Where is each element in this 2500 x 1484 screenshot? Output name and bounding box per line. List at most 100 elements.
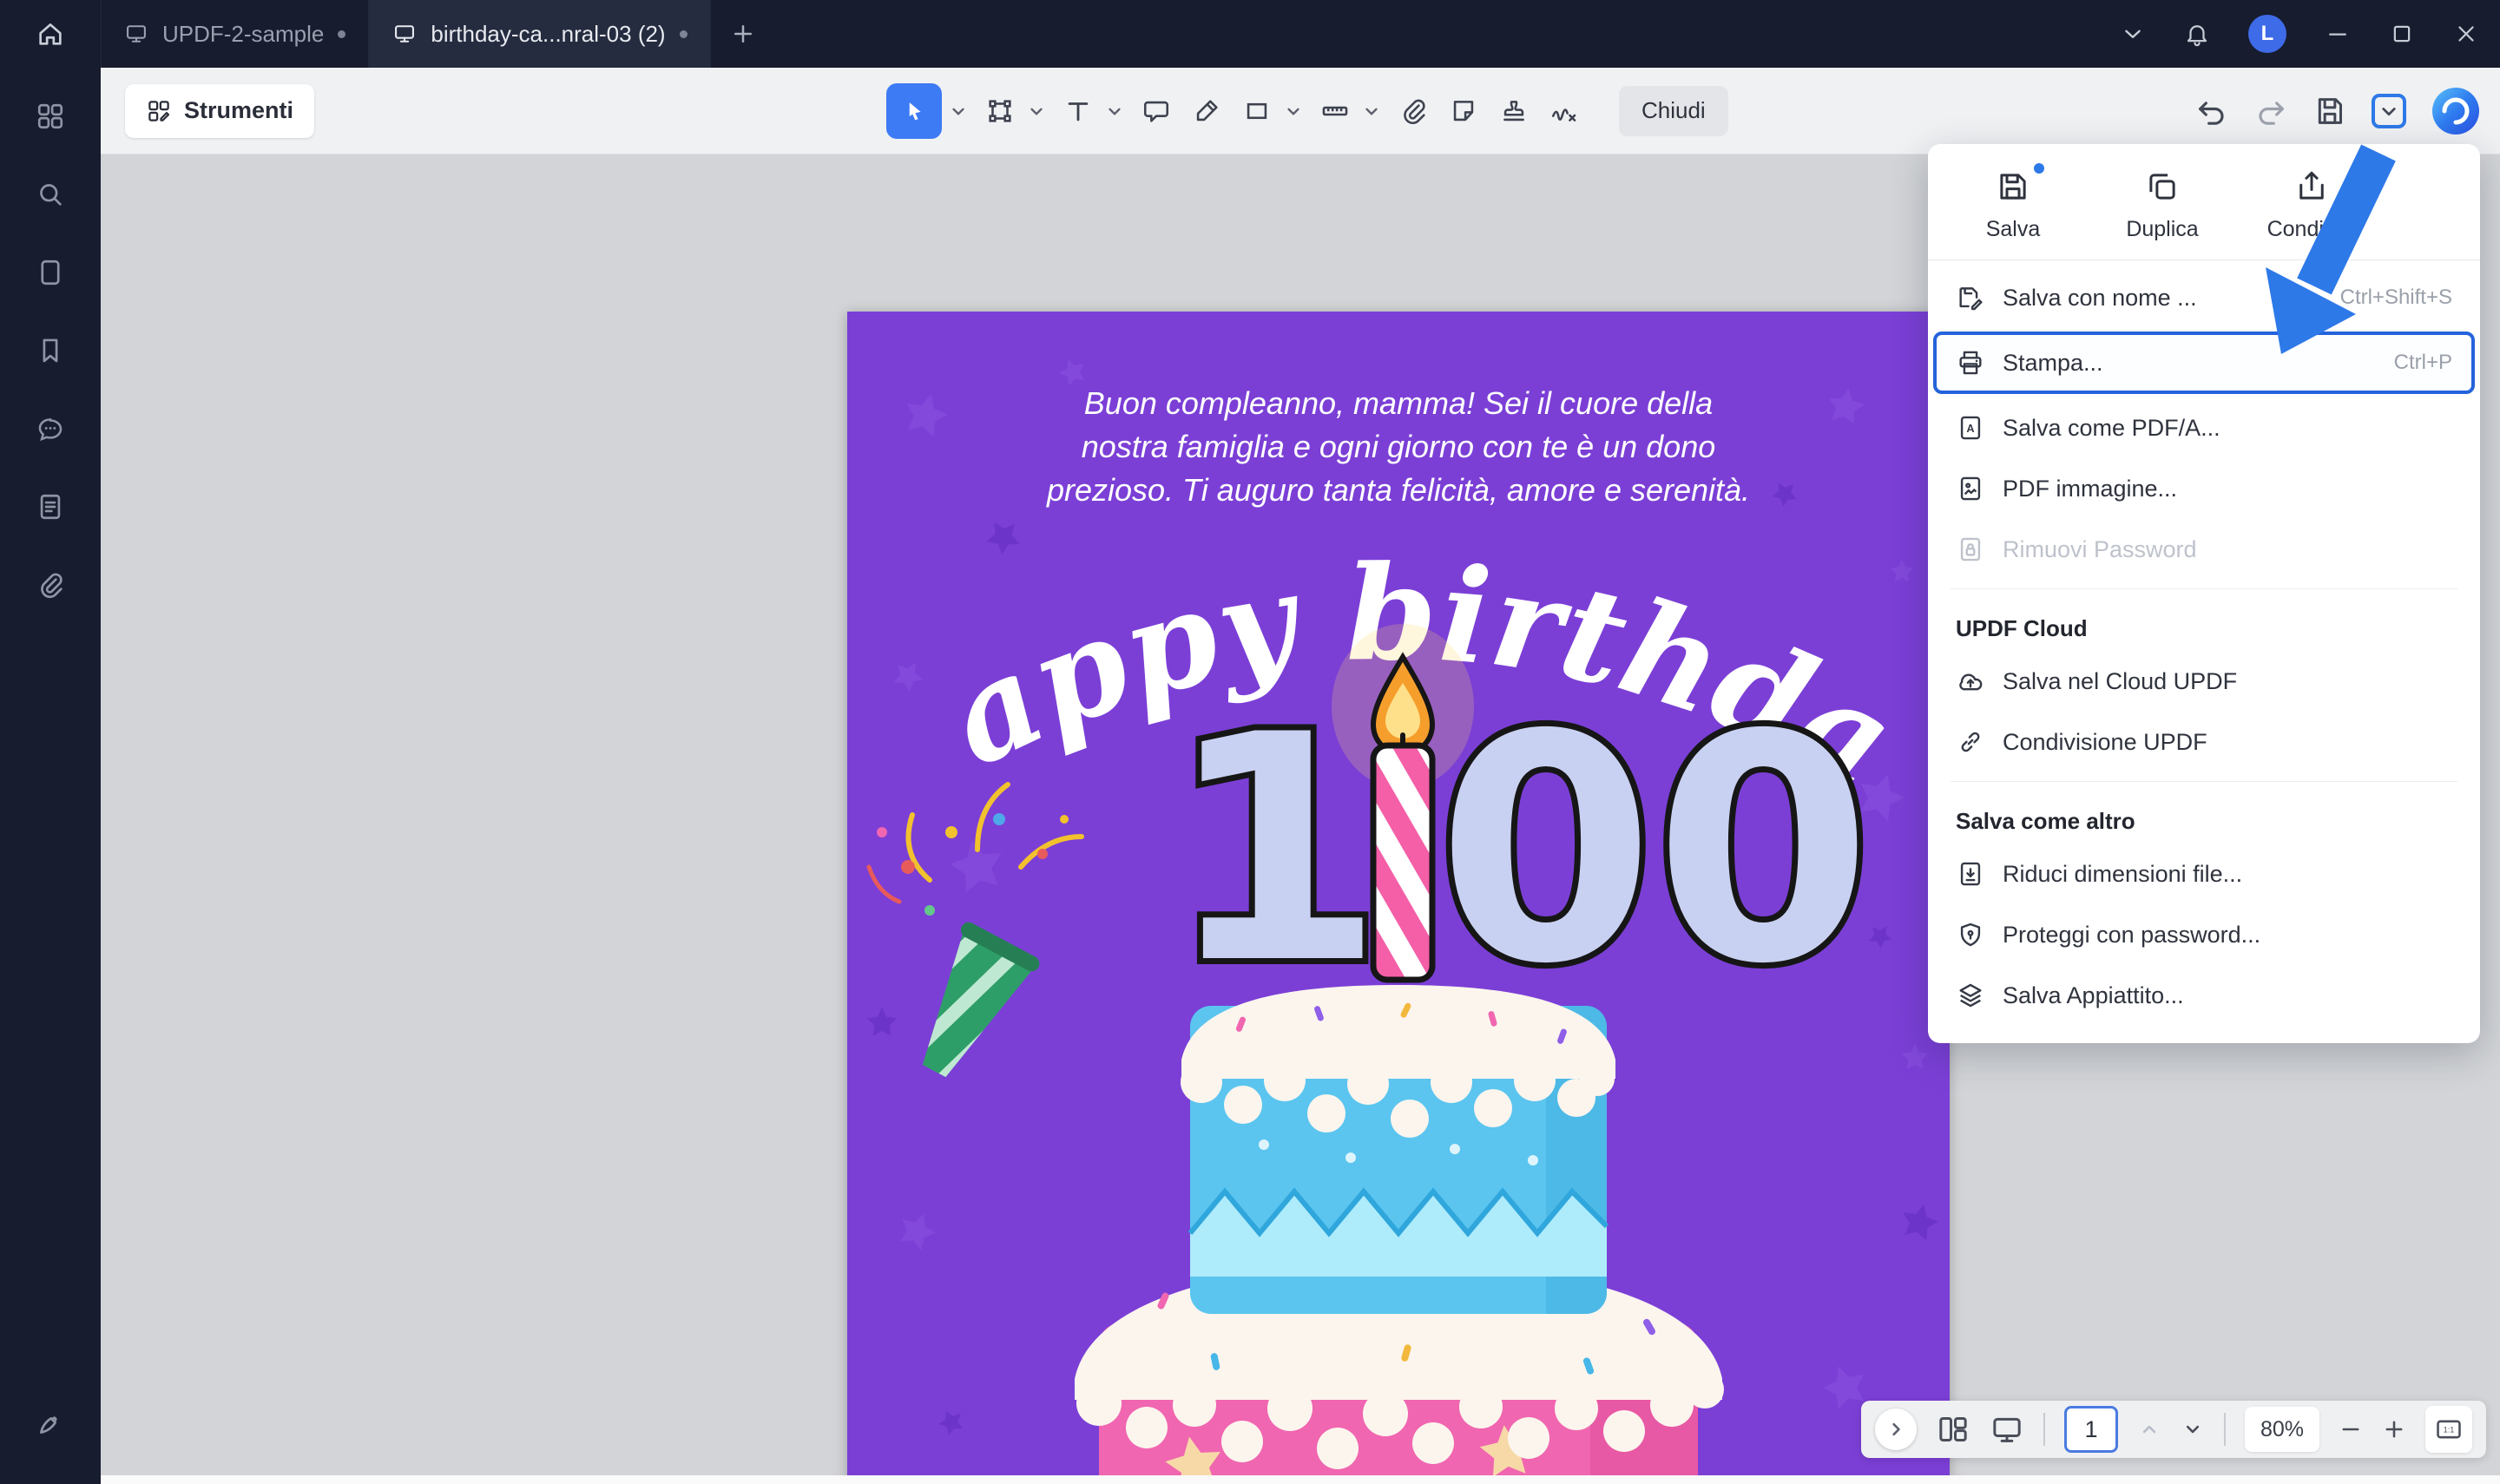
cloud-upload-icon xyxy=(1956,666,1985,696)
menu-item-save-flattened[interactable]: Salva Appiattito... xyxy=(1942,965,2466,1026)
sidebar-item-pen[interactable] xyxy=(24,1397,76,1449)
text-icon xyxy=(1063,96,1093,126)
menu-item-remove-password: Rimuovi Password xyxy=(1942,519,2466,580)
undo-icon[interactable] xyxy=(2194,94,2229,128)
menu-item-print[interactable]: Stampa... Ctrl+P xyxy=(1933,332,2475,394)
marker-tool-button[interactable] xyxy=(1187,91,1227,131)
select-tool-button[interactable] xyxy=(886,83,942,139)
tab-modified-dot[interactable] xyxy=(680,30,688,38)
thumbnails-view-icon[interactable] xyxy=(1936,1412,1970,1447)
previous-page-icon[interactable] xyxy=(2137,1417,2161,1441)
birthday-card-illustration: Buon compleanno, mamma! Sei il cuore del… xyxy=(847,312,1950,1484)
actual-size-button[interactable]: 1:1 xyxy=(2425,1406,2472,1453)
statusbar-divider xyxy=(2043,1413,2045,1446)
redo-icon[interactable] xyxy=(2253,94,2288,128)
minimize-icon[interactable] xyxy=(2325,21,2351,47)
save-icon xyxy=(1995,168,2031,205)
share-action-label: Condividi xyxy=(2267,217,2357,242)
comment-tool-button[interactable] xyxy=(1136,91,1176,131)
save-action-label: Salva xyxy=(1986,217,2041,242)
measure-tool-button[interactable] xyxy=(1315,91,1355,131)
document-tab-icon xyxy=(124,22,148,46)
expand-panel-button[interactable] xyxy=(1875,1408,1917,1450)
share-action-button[interactable]: Condividi xyxy=(2237,168,2386,242)
statusbar-divider xyxy=(2224,1413,2226,1446)
sidebar-item-apps[interactable] xyxy=(24,90,76,142)
sticker-tool-button[interactable] xyxy=(1444,91,1484,131)
zoom-out-icon[interactable] xyxy=(2339,1417,2363,1441)
sidebar-item-search[interactable] xyxy=(24,168,76,220)
save-menu-top-actions: Salva Duplica Condividi xyxy=(1928,144,2480,259)
stamp-tool-button[interactable] xyxy=(1494,91,1534,131)
frame-tool-button[interactable] xyxy=(980,91,1020,131)
shape-tool-chevron-icon[interactable] xyxy=(1282,100,1305,122)
pdf-image-icon xyxy=(1956,474,1985,503)
grid-icon xyxy=(36,102,65,131)
sidebar-item-attachments[interactable] xyxy=(24,559,76,611)
frame-tool-chevron-icon[interactable] xyxy=(1025,100,1048,122)
view-statusbar: 80% 1:1 xyxy=(1861,1401,2486,1458)
menu-item-save-cloud[interactable]: Salva nel Cloud UPDF xyxy=(1942,651,2466,712)
bell-icon[interactable] xyxy=(2184,21,2210,47)
left-sidebar xyxy=(0,68,101,1484)
document-icon xyxy=(36,492,65,522)
shape-tool-button[interactable] xyxy=(1237,91,1277,131)
menu-item-label: Salva con nome ... xyxy=(2003,285,2197,312)
next-page-icon[interactable] xyxy=(2181,1417,2205,1441)
save-dropdown-chevron-icon[interactable] xyxy=(2376,98,2402,124)
sidebar-item-pages[interactable] xyxy=(24,246,76,299)
page-number-input[interactable] xyxy=(2064,1406,2118,1453)
tab-label: UPDF-2-sample xyxy=(162,21,324,48)
sidebar-item-bookmarks[interactable] xyxy=(24,325,76,377)
measure-tool-chevron-icon[interactable] xyxy=(1360,100,1383,122)
maximize-icon[interactable] xyxy=(2389,21,2415,47)
menu-item-reduce-size[interactable]: Riduci dimensioni file... xyxy=(1942,844,2466,904)
select-tool-chevron-icon[interactable] xyxy=(947,100,970,122)
zoom-in-icon[interactable] xyxy=(2382,1417,2406,1441)
chevron-down-icon[interactable] xyxy=(2120,21,2146,47)
menu-item-label: Proteggi con password... xyxy=(2003,922,2260,949)
tab-modified-dot[interactable] xyxy=(338,30,345,38)
updf-ai-button[interactable] xyxy=(2431,86,2481,136)
presentation-mode-icon[interactable] xyxy=(1990,1412,2024,1447)
menu-item-updf-share[interactable]: Condivisione UPDF xyxy=(1942,712,2466,772)
menu-divider xyxy=(1951,588,2457,589)
menu-item-save-as[interactable]: Salva con nome ... Ctrl+Shift+S xyxy=(1942,267,2466,328)
sidebar-item-document[interactable] xyxy=(24,481,76,533)
menu-item-pdf-image[interactable]: PDF immagine... xyxy=(1942,458,2466,519)
close-window-icon[interactable] xyxy=(2453,21,2479,47)
save-action-button[interactable]: Salva xyxy=(1938,168,2088,242)
shield-lock-icon xyxy=(1956,920,1985,949)
tab-birthday-card[interactable]: birthday-ca...nral-03 (2) xyxy=(369,0,710,68)
duplicate-action-button[interactable]: Duplica xyxy=(2088,168,2237,242)
page-icon xyxy=(36,258,65,287)
menu-item-label: Salva Appiattito... xyxy=(2003,982,2184,1009)
menu-item-protect-password[interactable]: Proteggi con password... xyxy=(1942,904,2466,965)
marker-icon xyxy=(1192,96,1221,126)
tab-updf-2-sample[interactable]: UPDF-2-sample xyxy=(101,0,369,68)
menu-item-save-pdfa[interactable]: A Salva come PDF/A... xyxy=(1942,397,2466,458)
signature-tool-button[interactable] xyxy=(1544,91,1584,131)
pdf-page[interactable]: Buon compleanno, mamma! Sei il cuore del… xyxy=(847,312,1950,1484)
sidebar-item-comments[interactable] xyxy=(24,403,76,455)
user-avatar[interactable]: L xyxy=(2248,15,2286,53)
titlebar: UPDF-2-sample birthday-ca...nral-03 (2) … xyxy=(0,0,2500,68)
menu-item-label: Riduci dimensioni file... xyxy=(2003,861,2242,888)
text-tool-chevron-icon[interactable] xyxy=(1103,100,1126,122)
card-message-line1: Buon compleanno, mamma! Sei il cuore del… xyxy=(1084,385,1713,421)
comment-icon xyxy=(36,414,65,443)
share-icon xyxy=(2293,168,2330,205)
attach-tool-button[interactable] xyxy=(1393,91,1433,131)
plus-icon xyxy=(730,21,756,47)
save-dropdown-menu: Salva Duplica Condividi Salva con nome .… xyxy=(1928,144,2480,1043)
home-button[interactable] xyxy=(0,19,101,49)
tools-button-label: Strumenti xyxy=(184,97,293,124)
text-tool-button[interactable] xyxy=(1058,91,1098,131)
zoom-level[interactable]: 80% xyxy=(2245,1407,2319,1452)
tools-button[interactable]: Strumenti xyxy=(125,84,314,138)
close-editor-button[interactable]: Chiudi xyxy=(1619,86,1728,136)
save-icon[interactable] xyxy=(2312,94,2347,128)
new-tab-button[interactable] xyxy=(730,21,756,47)
menu-item-label: Rimuovi Password xyxy=(2003,536,2197,563)
speech-bubble-icon xyxy=(1141,96,1171,126)
